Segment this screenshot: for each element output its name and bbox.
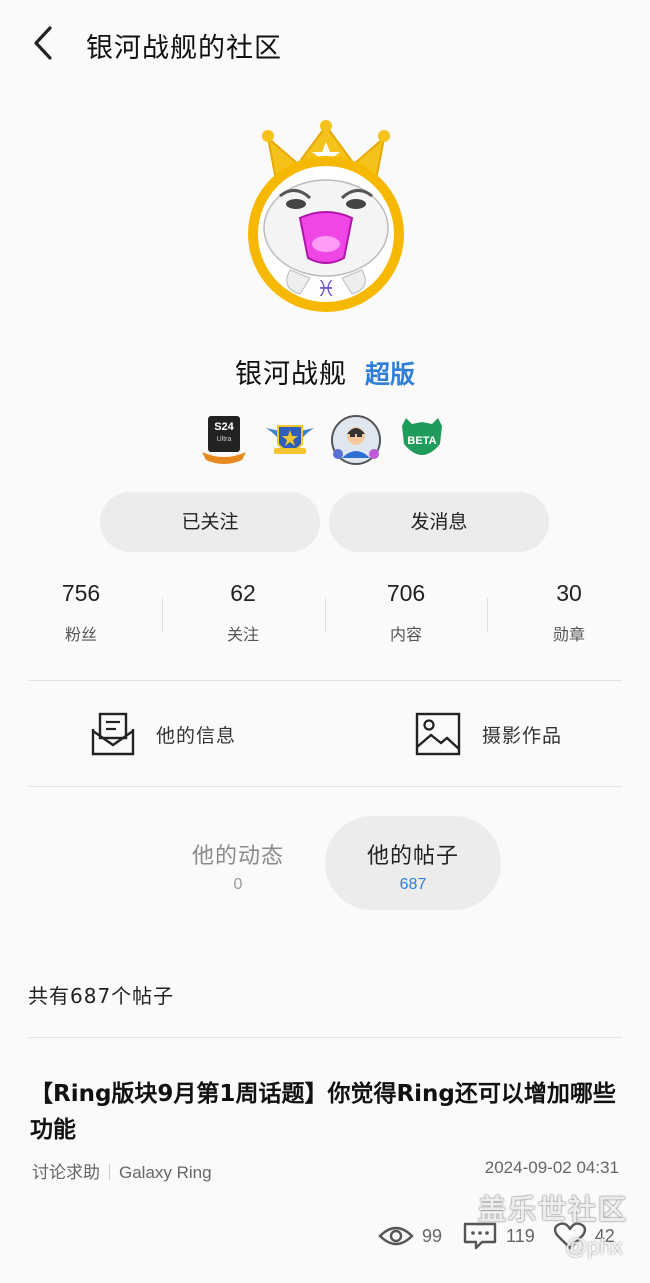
stat-label: 内容 [389,625,422,644]
stat-medals[interactable]: 30 勋章 [488,580,650,645]
view-count: 99 [422,1225,443,1246]
watermark-handle: @phx [565,1234,623,1259]
his-info-link[interactable]: 他的信息 [90,706,236,762]
stats-row: 756 粉丝 62 关注 706 内容 30 勋章 [0,580,650,650]
stat-value: 756 [61,580,101,606]
stat-label: 勋章 [552,625,585,644]
username: 银河战舰 [234,359,347,390]
stat-fans[interactable]: 756 粉丝 [0,580,162,645]
medal-list: S24 Ultra BETA [198,414,458,466]
tab-label: 他的帖子 [366,844,459,869]
beta-shield-medal-icon[interactable]: BETA [396,414,448,466]
role-badge: 超版 [364,360,415,389]
followed-button[interactable]: 已关注 [100,492,320,552]
avatar-medal-icon[interactable] [330,414,382,466]
avatar[interactable]: ♓ [240,118,412,318]
winged-shield-medal-icon[interactable] [264,414,316,466]
back-arrow-icon[interactable] [28,24,60,62]
photography-label: 摄影作品 [482,724,563,747]
post-meta: 讨论求助 Galaxy Ring [32,1158,212,1183]
svg-text:Ultra: Ultra [217,436,232,443]
divider [28,1037,622,1038]
eye-icon [378,1226,414,1246]
post-category[interactable]: 讨论求助 [32,1163,100,1183]
stat-label: 关注 [226,625,259,644]
send-message-button[interactable]: 发消息 [329,492,549,552]
divider [28,680,622,681]
tab-activity[interactable]: 他的动态 0 [150,816,326,910]
envelope-doc-icon [91,712,135,756]
svg-text:S24: S24 [214,421,234,433]
stat-value: 62 [230,580,256,606]
tab-label: 他的动态 [191,844,284,869]
stat-value: 30 [556,580,582,606]
comment-count: 119 [506,1225,535,1246]
tab-count: 687 [399,876,427,893]
post-count: 共有687个帖子 [28,984,175,1008]
stat-content[interactable]: 706 内容 [325,580,487,645]
svg-text:BETA: BETA [407,435,436,447]
post-board[interactable]: Galaxy Ring [119,1163,212,1182]
post-title[interactable]: 【Ring版块9月第1周话题】你觉得Ring还可以增加哪些功能 [30,1076,630,1148]
divider [28,786,622,787]
stat-label: 粉丝 [64,625,97,644]
stat-value: 706 [386,580,426,606]
s24-ultra-medal-icon[interactable]: S24 Ultra [198,414,250,466]
tab-count: 0 [233,876,243,893]
svg-text:♓: ♓ [316,277,336,302]
image-icon [415,712,461,756]
watermark: 盖乐世社区 [478,1193,629,1226]
his-info-label: 他的信息 [156,724,237,747]
photography-link[interactable]: 摄影作品 [414,706,562,762]
top-bar: 银河战舰的社区 [0,0,650,88]
username-row: 银河战舰 超版 [0,352,650,391]
stat-following[interactable]: 62 关注 [162,580,324,645]
page-title: 银河战舰的社区 [86,33,282,64]
tab-posts[interactable]: 他的帖子 687 [325,816,501,910]
divider [109,1164,110,1180]
post-date: 2024-09-02 04:31 [484,1158,619,1177]
